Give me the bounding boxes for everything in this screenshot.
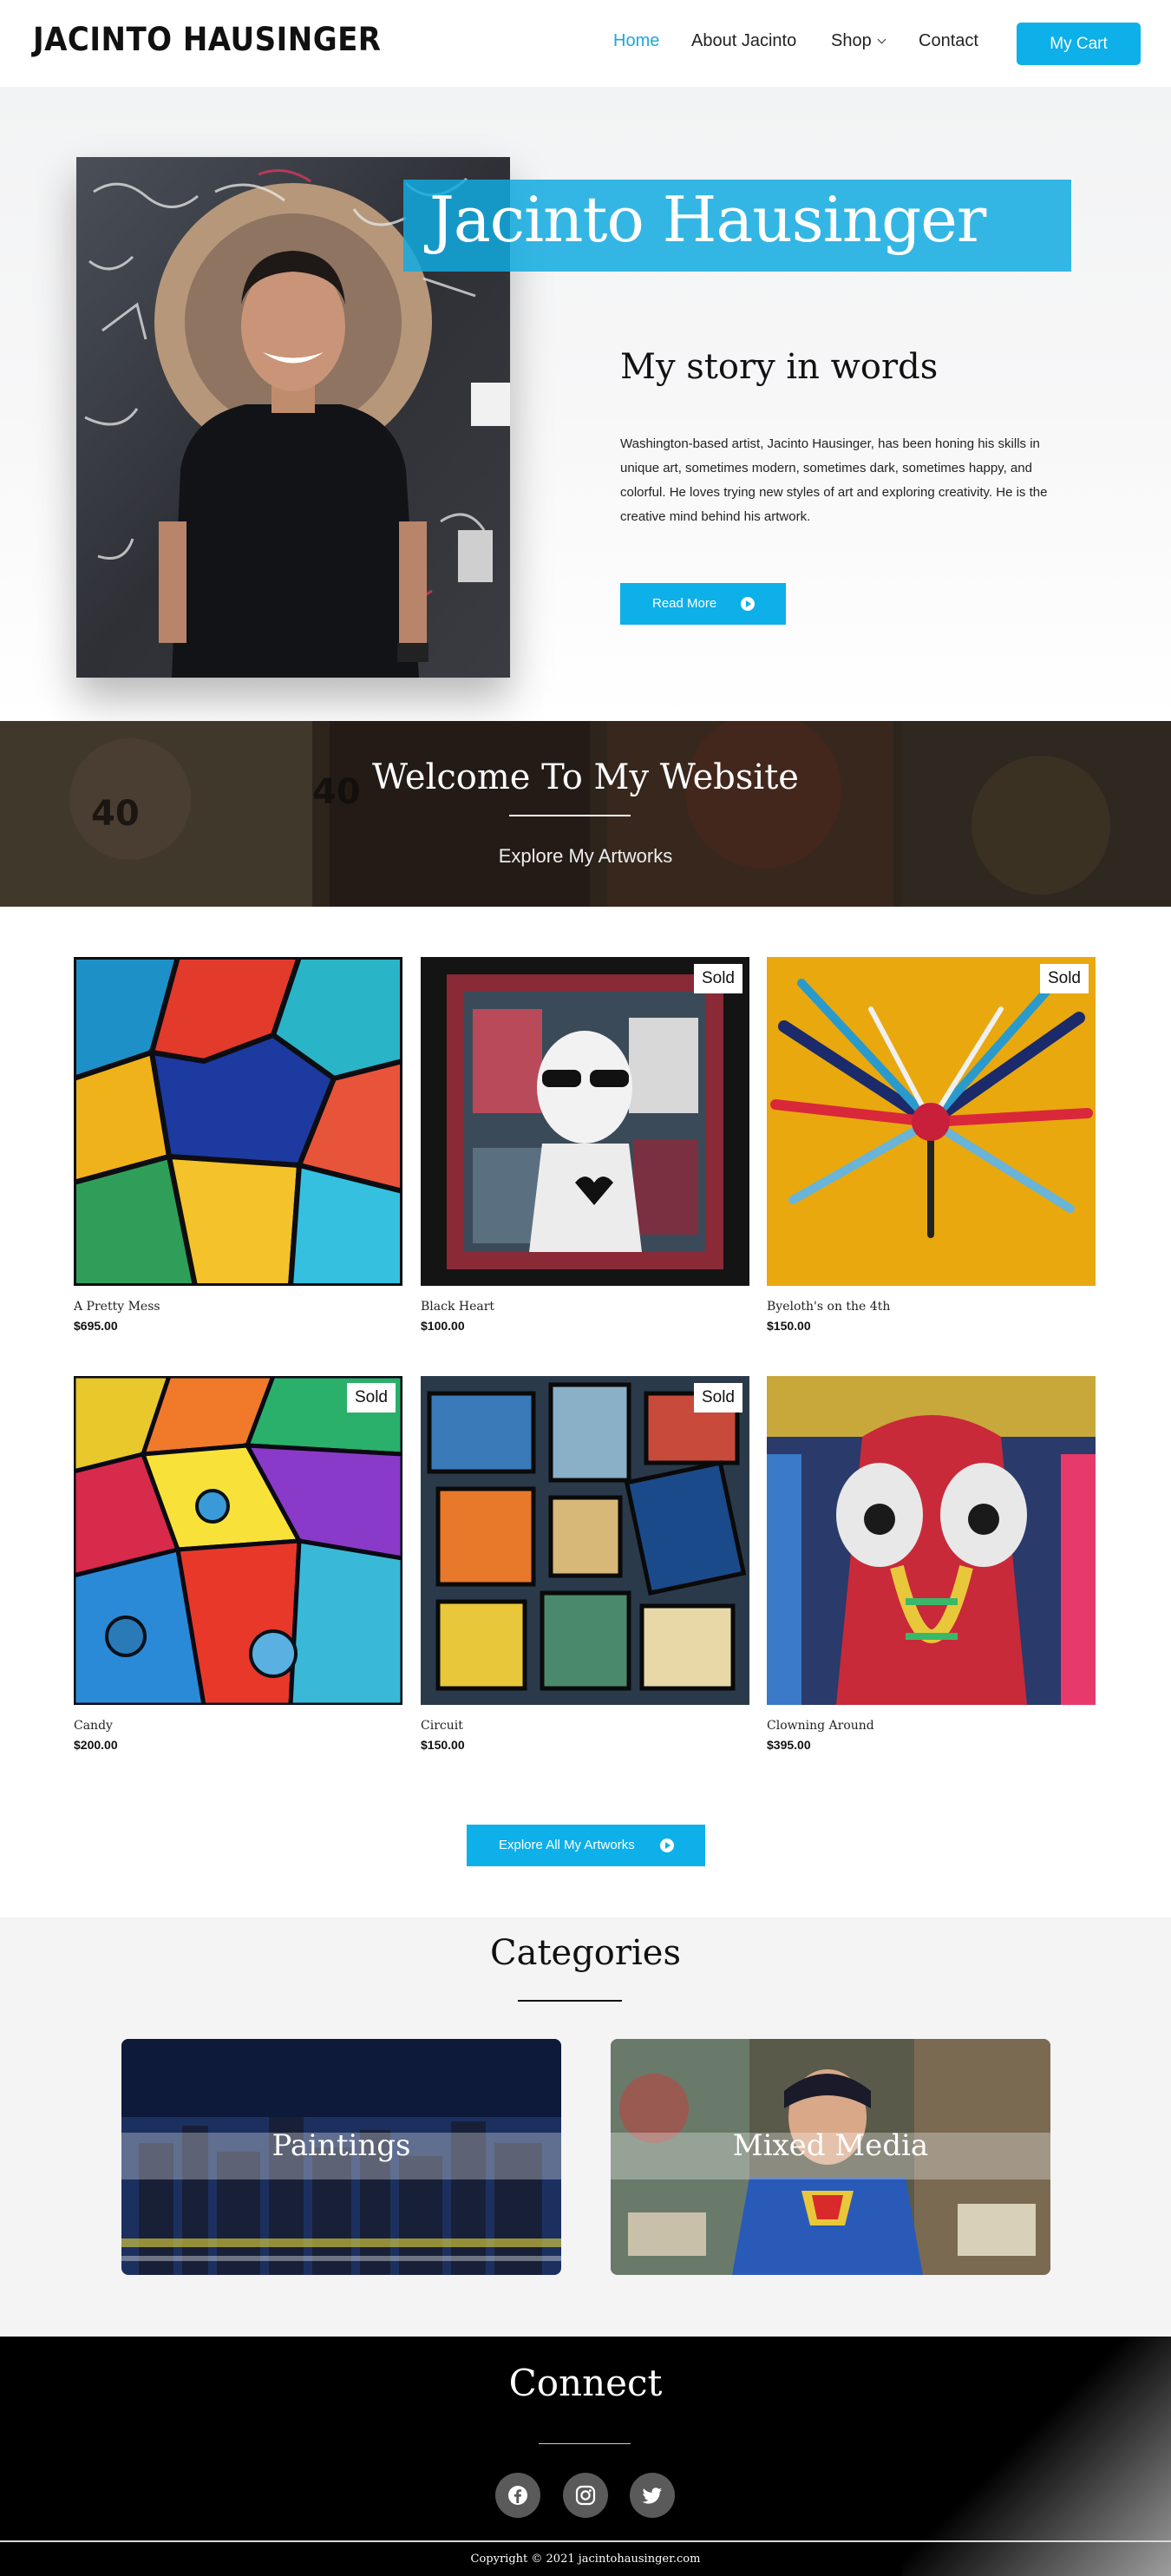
product-name[interactable]: Byeloth's on the 4th	[767, 1300, 1096, 1314]
category-paintings[interactable]: Paintings	[121, 2039, 561, 2275]
arrow-circle-icon	[660, 1839, 674, 1852]
product-image[interactable]	[767, 1376, 1096, 1705]
product-price: $395.00	[767, 1738, 811, 1752]
site-header: JACINTO HAUSINGER Home About Jacinto Sho…	[0, 0, 1171, 87]
welcome-subtitle: Explore My Artworks	[498, 845, 673, 867]
product-card[interactable]: Sold Black Heart $100.00	[421, 957, 749, 1333]
category-label: Mixed Media	[732, 2128, 929, 2163]
connect-title: Connect	[508, 2362, 663, 2404]
twitter-icon[interactable]	[630, 2473, 675, 2518]
read-more-label: Read More	[652, 596, 717, 611]
product-price: $100.00	[421, 1319, 465, 1333]
site-footer: Connect Copyright © 2021 jacintohausinge…	[0, 2337, 1171, 2576]
copyright-text: Copyright © 2021 jacintohausinger.com	[470, 2553, 701, 2566]
product-price: $695.00	[74, 1319, 118, 1333]
product-image[interactable]	[74, 957, 402, 1286]
product-price: $200.00	[74, 1738, 118, 1752]
arrow-circle-icon	[741, 597, 755, 611]
product-card[interactable]: Sold Circuit $150.00	[421, 1376, 749, 1752]
my-cart-button[interactable]: My Cart	[1017, 23, 1141, 65]
nav-about[interactable]: About Jacinto	[691, 31, 796, 51]
product-name[interactable]: A Pretty Mess	[74, 1300, 402, 1314]
product-name[interactable]: Circuit	[421, 1719, 749, 1733]
instagram-icon[interactable]	[563, 2473, 608, 2518]
categories-section: Categories Paintings Mixed Media	[0, 1917, 1171, 2337]
nav-contact[interactable]: Contact	[919, 31, 978, 51]
product-card[interactable]: Sold Byeloth's on the 4th $150.00	[767, 957, 1096, 1333]
categories-divider	[518, 2000, 622, 2002]
product-image[interactable]: Sold	[74, 1376, 402, 1705]
sold-badge: Sold	[693, 964, 743, 993]
welcome-divider	[509, 815, 631, 816]
product-card[interactable]: Clowning Around $395.00	[767, 1376, 1096, 1752]
hero-section: Jacinto Hausinger My story in words Wash…	[0, 87, 1171, 721]
product-name[interactable]: Candy	[74, 1719, 402, 1733]
site-logo[interactable]: JACINTO HAUSINGER	[33, 21, 381, 58]
welcome-title: Welcome To My Website	[372, 757, 799, 797]
facebook-icon[interactable]	[495, 2473, 540, 2518]
nav-shop-label: Shop	[831, 31, 872, 50]
sold-badge: Sold	[693, 1383, 743, 1413]
category-mixed-media[interactable]: Mixed Media	[611, 2039, 1050, 2275]
hero-title: Jacinto Hausinger	[429, 183, 986, 256]
footer-divider	[0, 2540, 1171, 2542]
explore-all-label: Explore All My Artworks	[499, 1838, 635, 1852]
nav-home[interactable]: Home	[613, 31, 659, 51]
connect-divider	[539, 2443, 631, 2444]
sold-badge: Sold	[346, 1383, 396, 1413]
nav-shop[interactable]: Shop	[831, 31, 886, 51]
chevron-down-icon	[877, 35, 886, 44]
sold-badge: Sold	[1039, 964, 1089, 993]
product-price: $150.00	[421, 1738, 465, 1752]
read-more-button[interactable]: Read More	[620, 583, 786, 625]
explore-all-artworks-button[interactable]: Explore All My Artworks	[467, 1825, 705, 1866]
product-price: $150.00	[767, 1319, 811, 1333]
welcome-banner: 40 40 Welcome To My Website Explore My Ar…	[0, 721, 1171, 907]
story-title: My story in words	[620, 347, 939, 387]
category-label: Paintings	[271, 2128, 411, 2163]
product-name[interactable]: Clowning Around	[767, 1719, 1096, 1733]
product-image[interactable]: Sold	[767, 957, 1096, 1286]
product-card[interactable]: Sold Candy $200.00	[74, 1376, 402, 1752]
product-name[interactable]: Black Heart	[421, 1300, 749, 1314]
product-image[interactable]: Sold	[421, 957, 749, 1286]
categories-title: Categories	[490, 1933, 681, 1973]
product-image[interactable]: Sold	[421, 1376, 749, 1705]
product-card[interactable]: A Pretty Mess $695.00	[74, 957, 402, 1333]
story-text: Washington-based artist, Jacinto Hausing…	[620, 436, 1048, 524]
